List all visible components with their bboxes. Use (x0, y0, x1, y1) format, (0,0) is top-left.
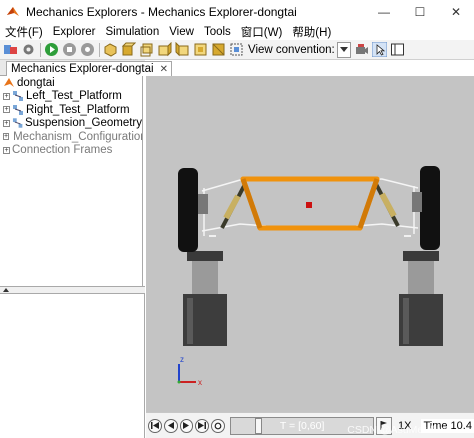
tree-node-left-test-platform[interactable]: + Left_Test_Platform (0, 90, 142, 104)
view-convention-dropdown[interactable] (336, 41, 351, 58)
menu-window[interactable]: 窗口(W) (236, 24, 288, 40)
playback-bar: T = [0,60] 1X Time 10.4 CSDN @AsuMerdlus (146, 412, 474, 438)
properties-pane (0, 294, 145, 438)
play-reverse-icon (168, 422, 175, 429)
axis-z-label: z (180, 355, 184, 364)
play-icon (183, 422, 190, 429)
tree-node-suspension-geometry[interactable]: + Suspension_Geometry (0, 117, 142, 131)
maximize-button[interactable]: ☐ (402, 0, 438, 24)
toolbar: View convention: (0, 40, 474, 60)
layout-icon[interactable] (389, 41, 406, 58)
step-back-button[interactable] (163, 418, 178, 433)
view-back-icon[interactable] (138, 41, 155, 58)
dropdown-icon (339, 46, 348, 52)
new-model-icon[interactable] (2, 41, 19, 58)
right-platform-column (408, 261, 434, 294)
left-wheel (178, 168, 198, 252)
tab-mechanics-explorer[interactable]: Mechanics Explorer-dongtai ✕ (6, 61, 172, 76)
camera-icon[interactable] (353, 41, 370, 58)
menu-help[interactable]: 帮助(H) (287, 24, 336, 40)
right-hub (412, 192, 422, 212)
tree-node-label: Suspension_Geometry (25, 117, 142, 130)
time-range-label: T = [0,60] (279, 419, 325, 432)
view-isometric-icon[interactable] (102, 41, 119, 58)
expand-icon[interactable]: + (3, 119, 10, 127)
tab-label: Mechanics Explorer-dongtai (11, 63, 154, 75)
view-left-icon[interactable] (156, 41, 173, 58)
right-wheel (420, 166, 440, 250)
tree-node-root[interactable]: dongtai (0, 76, 142, 90)
play-icon[interactable] (43, 41, 60, 58)
tree-node-mechanism-configuration[interactable]: + Mechanism_Configuration (0, 130, 142, 144)
play-button[interactable] (179, 418, 194, 433)
menu-file[interactable]: 文件(F) (0, 24, 48, 40)
menu-simulation[interactable]: Simulation (101, 26, 165, 38)
left-platform-top (187, 251, 223, 261)
subsystem-icon (13, 91, 23, 102)
menu-bar: 文件(F) Explorer Simulation View Tools 窗口(… (0, 24, 474, 40)
settings-icon[interactable] (20, 41, 37, 58)
stop-icon[interactable] (61, 41, 78, 58)
time-slider-thumb[interactable] (255, 417, 263, 434)
zoom-fit-icon[interactable] (228, 41, 245, 58)
menu-view[interactable]: View (164, 26, 199, 38)
menu-explorer[interactable]: Explorer (48, 26, 101, 38)
skip-back-icon (150, 422, 159, 429)
title-bar: Mechanics Explorers - Mechanics Explorer… (0, 0, 474, 24)
select-cursor-icon[interactable] (371, 41, 388, 58)
tree-root-label: dongtai (17, 76, 55, 89)
left-platform-column (192, 261, 218, 294)
view-front-icon[interactable] (120, 41, 137, 58)
expand-icon[interactable]: + (3, 106, 10, 114)
subsystem-icon (13, 104, 23, 115)
loop-icon (214, 422, 222, 429)
window-title: Mechanics Explorers - Mechanics Explorer… (26, 5, 297, 19)
expand-icon[interactable]: + (3, 133, 10, 141)
tree-node-connection-frames[interactable]: + Connection Frames (0, 144, 142, 158)
view-bottom-icon[interactable] (210, 41, 227, 58)
skip-to-start-button[interactable] (148, 418, 162, 433)
3d-viewport[interactable]: z x (146, 76, 474, 412)
watermark: CSDN @AsuMerdlus (347, 424, 446, 436)
toolbar-separator (99, 42, 100, 57)
model-tree: dongtai + Left_Test_Platform + Right_Tes… (0, 76, 143, 286)
tree-node-label: Right_Test_Platform (26, 103, 130, 116)
matlab-logo-icon (7, 7, 19, 16)
center-of-mass-marker (306, 202, 312, 208)
expand-icon[interactable]: + (3, 92, 10, 100)
close-tab-icon[interactable]: ✕ (160, 64, 168, 75)
record-icon[interactable] (79, 41, 96, 58)
view-top-icon[interactable] (192, 41, 209, 58)
time-value: 10.4 (450, 419, 472, 432)
menu-tools[interactable]: Tools (199, 26, 236, 38)
tree-node-label: Mechanism_Configuration (13, 130, 143, 143)
loop-button[interactable] (211, 418, 226, 433)
tree-node-label: Connection Frames (12, 144, 113, 157)
left-hub (198, 194, 208, 214)
view-right-icon[interactable] (174, 41, 191, 58)
axis-x-label: x (198, 378, 202, 387)
document-tab-bar: Mechanics Explorer-dongtai ✕ (0, 60, 172, 76)
close-window-button[interactable]: ✕ (438, 0, 474, 24)
expand-icon[interactable]: + (3, 146, 10, 154)
suspension-scene: z x (177, 166, 443, 387)
collapse-arrows-icon (3, 288, 9, 292)
skip-to-end-button[interactable] (195, 418, 210, 433)
pane-splitter[interactable] (0, 286, 145, 294)
minimize-button[interactable]: — (366, 0, 402, 24)
toolbar-separator (40, 42, 41, 57)
right-platform-top (403, 251, 439, 261)
tree-node-right-test-platform[interactable]: + Right_Test_Platform (0, 103, 142, 117)
subsystem-icon (12, 118, 23, 128)
model-icon (4, 77, 14, 87)
skip-forward-icon (198, 422, 207, 429)
tree-node-label: Left_Test_Platform (26, 90, 122, 103)
axis-triad: z x (177, 355, 202, 387)
view-convention-label: View convention: (248, 43, 335, 56)
